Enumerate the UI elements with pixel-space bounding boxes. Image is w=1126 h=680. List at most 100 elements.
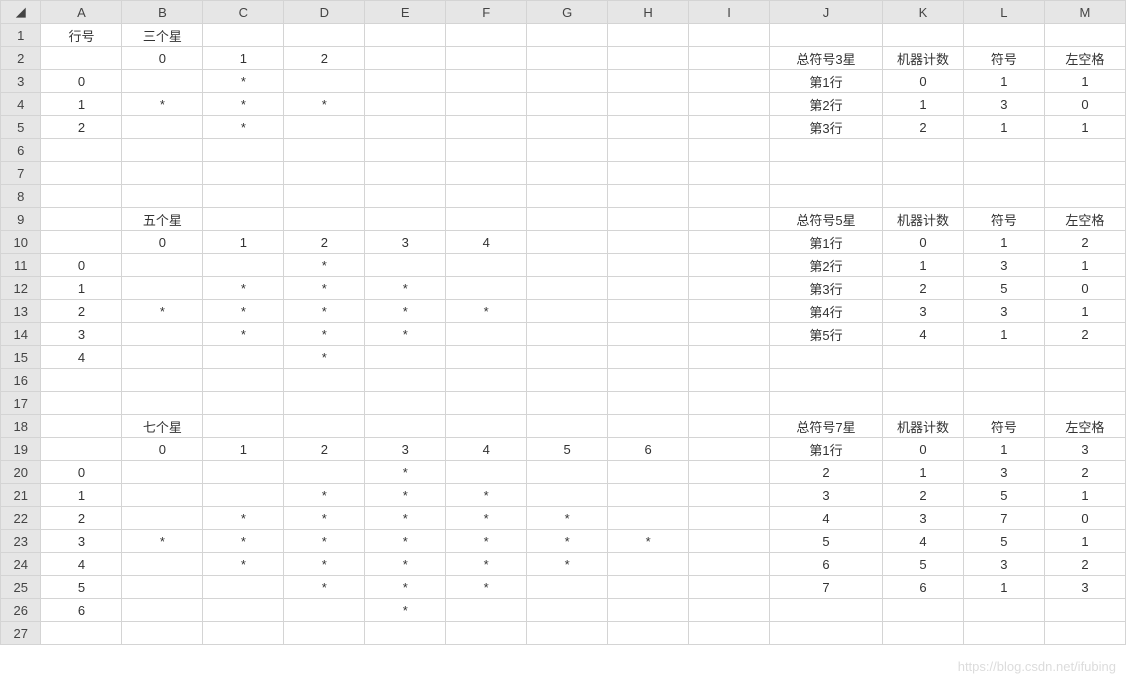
row-header[interactable]: 8 [1,185,41,208]
cell[interactable] [689,185,770,208]
cell[interactable] [689,47,770,70]
row-header[interactable]: 5 [1,116,41,139]
cell[interactable]: 5 [882,553,963,576]
cell[interactable]: * [203,507,284,530]
cell[interactable]: 5 [527,438,608,461]
row-header[interactable]: 3 [1,70,41,93]
cell[interactable]: 3 [1044,438,1125,461]
cell[interactable] [527,576,608,599]
cell[interactable] [527,323,608,346]
cell[interactable] [284,392,365,415]
cell[interactable] [882,622,963,645]
cell[interactable] [41,369,122,392]
cell[interactable] [770,162,883,185]
cell[interactable] [365,254,446,277]
cell[interactable] [446,185,527,208]
cell[interactable] [527,622,608,645]
cell[interactable]: * [365,530,446,553]
cell[interactable] [122,553,203,576]
cell[interactable]: * [284,323,365,346]
cell[interactable]: 5 [963,277,1044,300]
cell[interactable]: 2 [1044,323,1125,346]
cell[interactable] [608,162,689,185]
cell[interactable] [122,576,203,599]
cell[interactable] [203,415,284,438]
cell[interactable] [203,392,284,415]
cell[interactable] [527,116,608,139]
cell[interactable] [689,599,770,622]
cell[interactable]: 1 [41,277,122,300]
cell[interactable] [882,392,963,415]
cell[interactable] [203,599,284,622]
row-header[interactable]: 12 [1,277,41,300]
cell[interactable]: * [527,553,608,576]
cell[interactable] [203,185,284,208]
cell[interactable]: 2 [1044,553,1125,576]
cell[interactable] [284,461,365,484]
cell[interactable]: 1 [1044,116,1125,139]
row-header[interactable]: 16 [1,369,41,392]
cell[interactable]: 6 [882,576,963,599]
cell[interactable] [689,461,770,484]
cell[interactable] [689,162,770,185]
cell[interactable] [689,530,770,553]
cell[interactable] [446,208,527,231]
cell[interactable] [446,93,527,116]
cell[interactable]: 1 [1044,70,1125,93]
cell[interactable] [770,24,883,47]
cell[interactable]: 左空格 [1044,208,1125,231]
cell[interactable] [122,369,203,392]
cell[interactable] [365,392,446,415]
cell[interactable]: 0 [882,231,963,254]
cell[interactable]: 3 [963,461,1044,484]
cell[interactable]: 0 [882,438,963,461]
cell[interactable] [203,346,284,369]
row-header[interactable]: 20 [1,461,41,484]
cell[interactable]: 3 [365,231,446,254]
cell[interactable]: 3 [882,300,963,323]
cell[interactable] [446,461,527,484]
cell[interactable]: 4 [882,323,963,346]
cell[interactable] [365,162,446,185]
cell[interactable] [41,208,122,231]
cell[interactable] [770,185,883,208]
cell[interactable] [689,415,770,438]
cell[interactable]: 1 [203,47,284,70]
row-header[interactable]: 14 [1,323,41,346]
row-header[interactable]: 13 [1,300,41,323]
cell[interactable] [446,47,527,70]
cell[interactable]: 3 [365,438,446,461]
cell[interactable] [963,185,1044,208]
cell[interactable] [122,254,203,277]
cell[interactable] [882,24,963,47]
cell[interactable]: 三个星 [122,24,203,47]
cell[interactable] [882,162,963,185]
cell[interactable] [446,70,527,93]
cell[interactable] [770,392,883,415]
cell[interactable] [689,484,770,507]
cell[interactable]: * [284,530,365,553]
cell[interactable] [203,24,284,47]
cell[interactable]: 3 [963,553,1044,576]
cell[interactable]: 0 [122,438,203,461]
cell[interactable] [963,346,1044,369]
cell[interactable]: 5 [963,530,1044,553]
cell[interactable] [608,576,689,599]
cell[interactable]: * [203,530,284,553]
cell[interactable]: 2 [770,461,883,484]
cell[interactable]: 3 [882,507,963,530]
cell[interactable] [365,369,446,392]
cell[interactable]: 5 [41,576,122,599]
cell[interactable] [608,70,689,93]
cell[interactable] [963,139,1044,162]
cell[interactable]: 总符号7星 [770,415,883,438]
cell[interactable] [41,415,122,438]
cell[interactable] [203,622,284,645]
cell[interactable]: * [365,461,446,484]
row-header[interactable]: 22 [1,507,41,530]
cell[interactable] [689,507,770,530]
row-header[interactable]: 24 [1,553,41,576]
cell[interactable] [689,277,770,300]
cell[interactable]: 符号 [963,47,1044,70]
cell[interactable] [284,185,365,208]
